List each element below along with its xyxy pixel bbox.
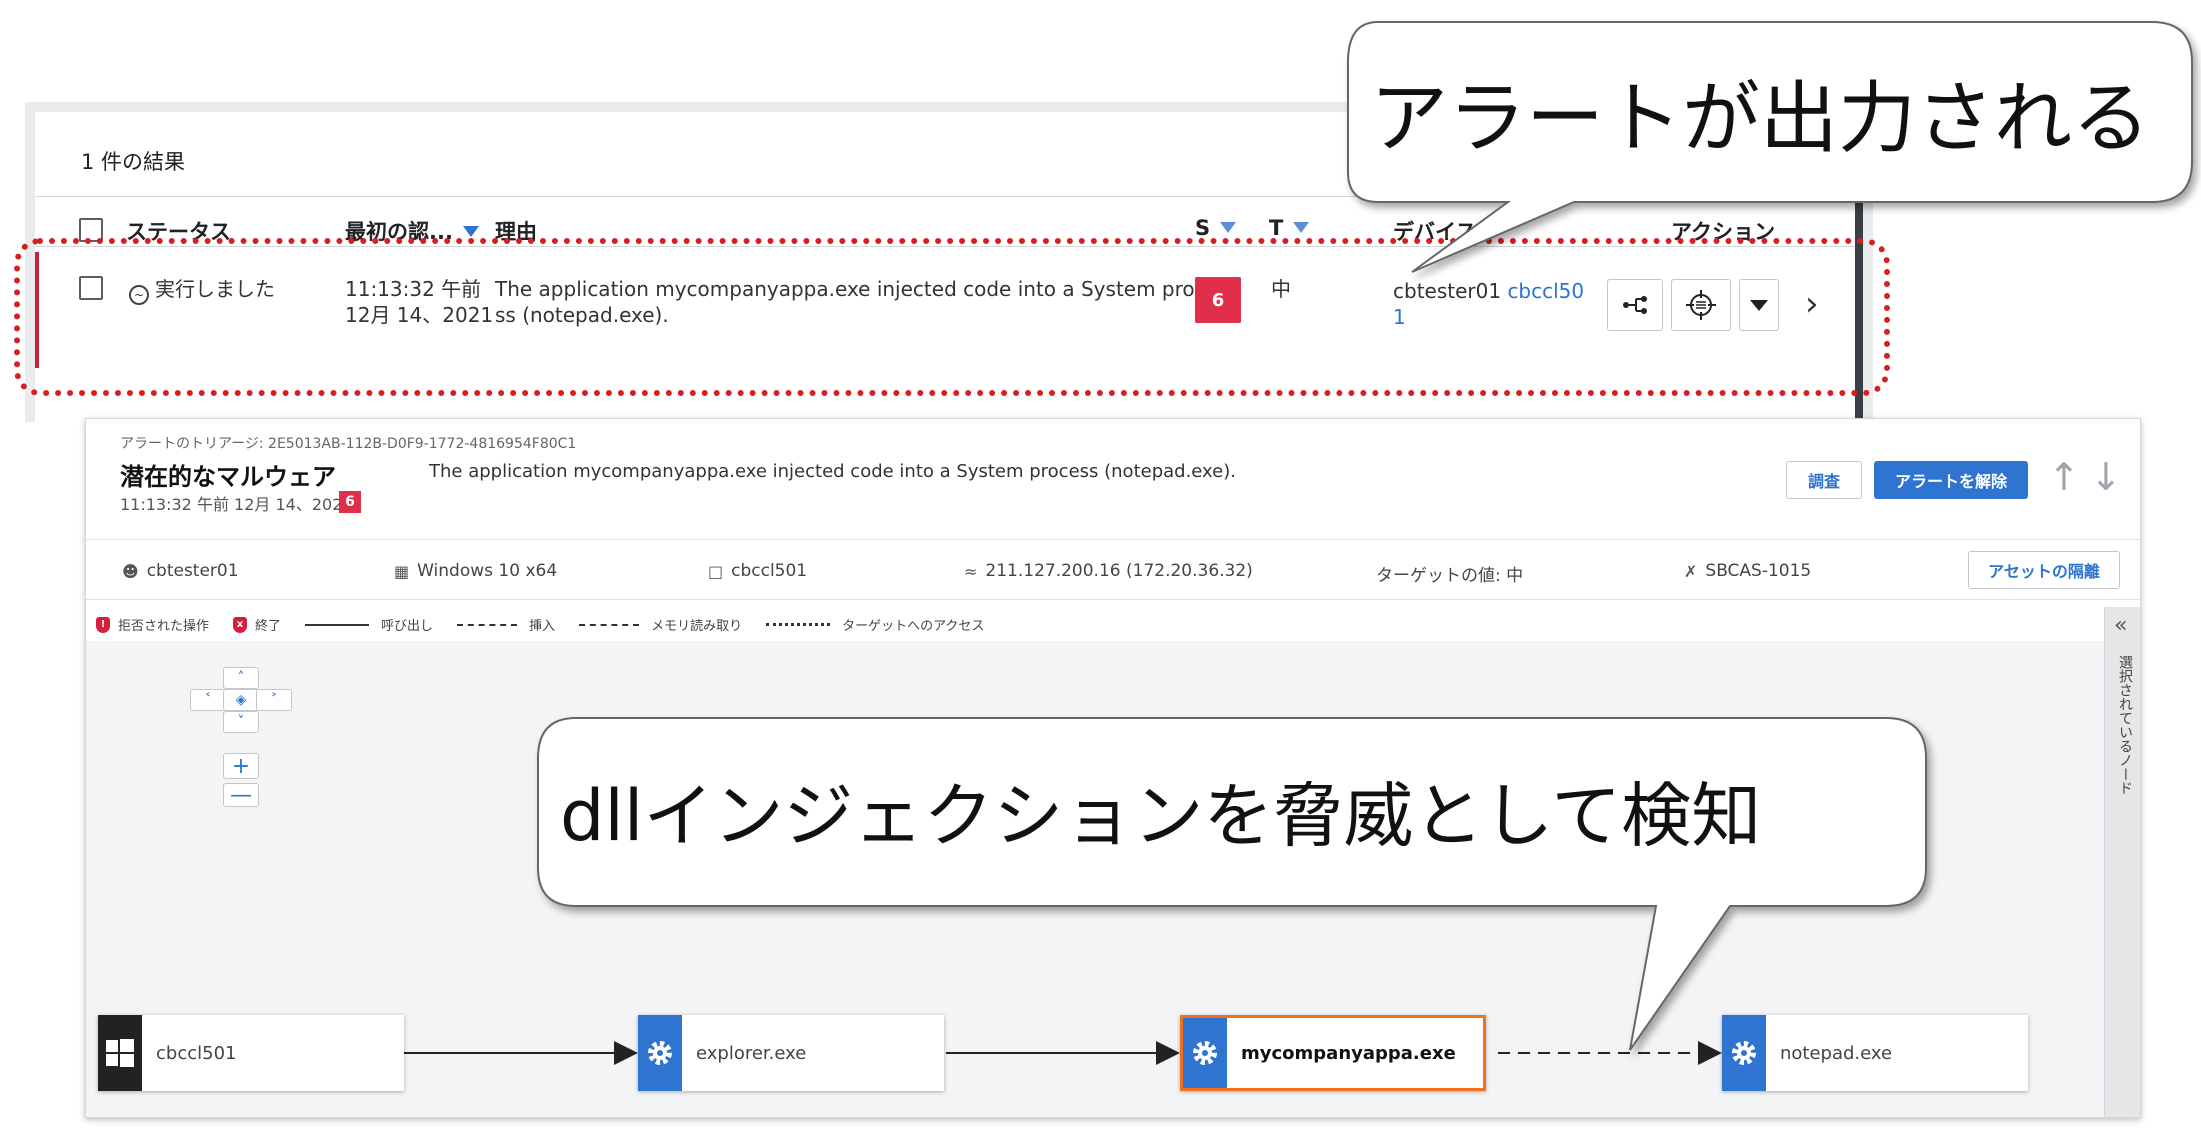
user-icon: ☻ xyxy=(122,561,139,581)
alert-reason: The application mycompanyappa.exe inject… xyxy=(429,461,1236,482)
meta-ip: ≈211.127.200.16 (172.20.36.32) xyxy=(964,561,1253,581)
meta-user: ☻ cbtester01 xyxy=(122,561,239,581)
investigate-button[interactable]: 調査 xyxy=(1786,461,1862,499)
policy-icon: ✗ xyxy=(1684,561,1698,581)
alert-title: 潜在的なマルウェア xyxy=(120,463,336,491)
next-arrow-icon[interactable]: ↓ xyxy=(2090,455,2122,499)
windows-icon: ▦ xyxy=(394,561,410,581)
meta-ip-value: 211.127.200.16 (172.20.36.32) xyxy=(985,561,1253,581)
triage-id: アラートのトリアージ: 2E5013AB-112B-D0F9-1772-4816… xyxy=(120,436,577,452)
meta-os-value: Windows 10 x64 xyxy=(417,561,558,581)
dismiss-alert-button[interactable]: アラートを解除 xyxy=(1874,461,2028,499)
severity-badge: 6 xyxy=(339,491,361,513)
wifi-icon: ≈ xyxy=(964,561,978,581)
previous-arrow-icon[interactable]: ↑ xyxy=(2048,455,2080,499)
meta-device-value: cbccl501 xyxy=(731,561,808,581)
callout-top-text: アラートが出力される xyxy=(1370,74,2151,164)
meta-policy-value: SBCAS-1015 xyxy=(1705,561,1812,581)
alert-time: 11:13:32 午前 12月 14、2021 xyxy=(120,495,353,514)
header-divider xyxy=(86,539,2140,540)
meta-os: ▦ Windows 10 x64 xyxy=(394,561,557,581)
meta-user-value: cbtester01 xyxy=(146,561,239,581)
meta-target-value: ターゲットの値: 中 xyxy=(1376,566,1524,586)
meta-device: □ cbccl501 xyxy=(708,561,807,581)
callout-bottom-text: dllインジェクションを脅威として検知 xyxy=(560,775,1762,857)
isolate-asset-button[interactable]: アセットの隔離 xyxy=(1968,551,2120,589)
monitor-icon: □ xyxy=(708,561,724,581)
meta-policy: ✗ SBCAS-1015 xyxy=(1684,561,1811,581)
